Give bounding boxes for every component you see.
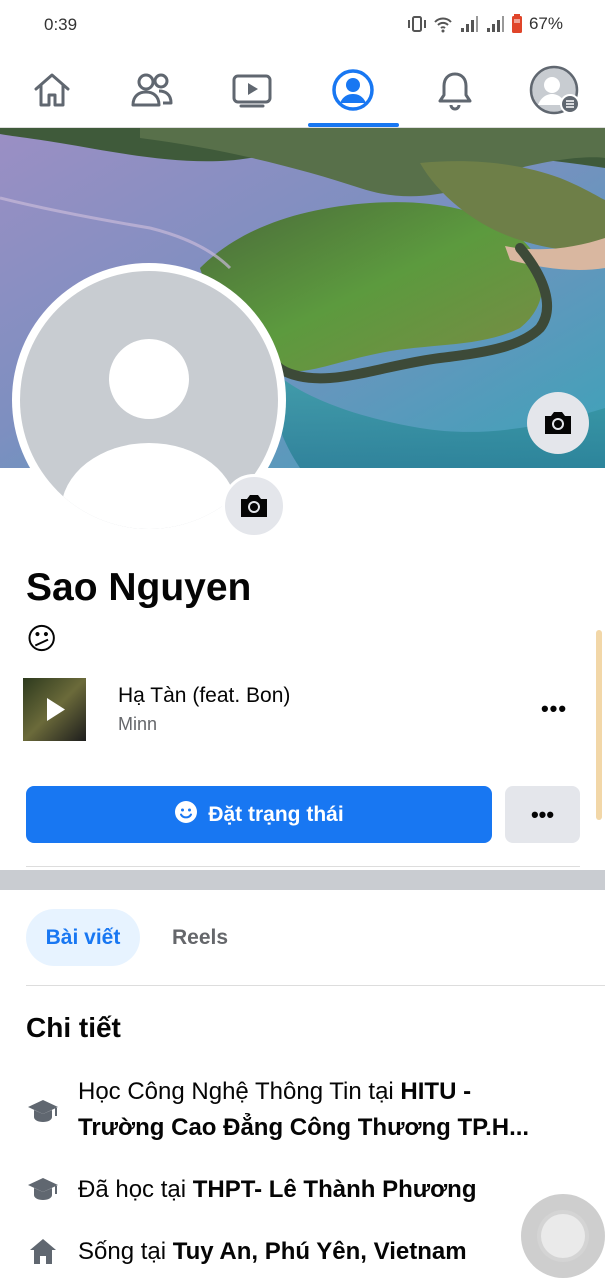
edit-cover-camera-icon[interactable] [527,392,589,454]
divider [26,866,580,867]
detail-item-location[interactable]: Sống tại Tuy An, Phú Yên, Vietnam [26,1234,467,1270]
assistive-touch-inner [537,1210,589,1262]
detail-prefix: Sống tại [78,1238,173,1265]
details-title: Chi tiết [26,1012,121,1043]
profile-icon[interactable] [323,62,383,118]
detail-prefix: Học Công Nghệ Thông Tin tại [78,1078,401,1105]
detail-text: Sống tại Tuy An, Phú Yên, Vietnam [78,1234,467,1270]
set-status-button[interactable]: Đặt trạng thái [26,786,492,843]
signal-icon [459,15,479,33]
home-icon[interactable] [22,62,82,118]
detail-item-study[interactable]: Học Công Nghệ Thông Tin tại HITU - Trườn… [26,1074,548,1146]
vibrate-icon [407,15,427,33]
scrollbar[interactable] [596,630,602,820]
top-navigation [0,52,605,128]
status-emoji: 😕 [26,623,58,656]
detail-text: Học Công Nghệ Thông Tin tại HITU - Trườn… [78,1074,548,1146]
status-icons: 67% [407,14,563,34]
music-more-button[interactable]: ••• [537,692,571,726]
active-tab-indicator [308,123,399,127]
detail-text: Đã học tại THPT- Lê Thành Phương [78,1172,477,1208]
music-thumbnail[interactable] [23,678,86,741]
battery-percent: 67% [528,14,563,33]
friends-icon[interactable] [122,62,182,118]
detail-item-school[interactable]: Đã học tại THPT- Lê Thành Phương [26,1172,477,1208]
education-icon [26,1094,60,1128]
profile-name: Sao Nguyen [26,566,252,609]
edit-avatar-camera-icon[interactable] [222,474,286,538]
signal-icon [485,15,505,33]
notifications-icon[interactable] [425,62,485,118]
section-separator [0,870,605,890]
tab-posts[interactable]: Bài viết [26,909,140,966]
menu-avatar-icon[interactable] [524,62,584,118]
detail-prefix: Đã học tại [78,1176,193,1203]
assistive-touch-button[interactable] [521,1194,605,1278]
tabs-divider [26,985,605,986]
detail-highlight: Tuy An, Phú Yên, Vietnam [172,1238,467,1265]
status-bar: 0:39 67% [0,0,605,52]
music-artist: Minn [118,714,158,734]
profile-more-button[interactable]: ••• [505,786,580,843]
battery-icon [511,14,523,34]
tab-reels[interactable]: Reels [152,909,248,966]
music-title[interactable]: Hạ Tàn (feat. Bon) [118,684,290,708]
smile-icon [174,800,198,830]
video-icon[interactable] [222,62,282,118]
education-icon [26,1172,60,1206]
set-status-label: Đặt trạng thái [208,802,344,826]
detail-highlight: THPT- Lê Thành Phương [192,1176,477,1203]
wifi-icon [433,15,453,33]
status-time: 0:39 [44,15,78,34]
home-icon [26,1234,60,1268]
